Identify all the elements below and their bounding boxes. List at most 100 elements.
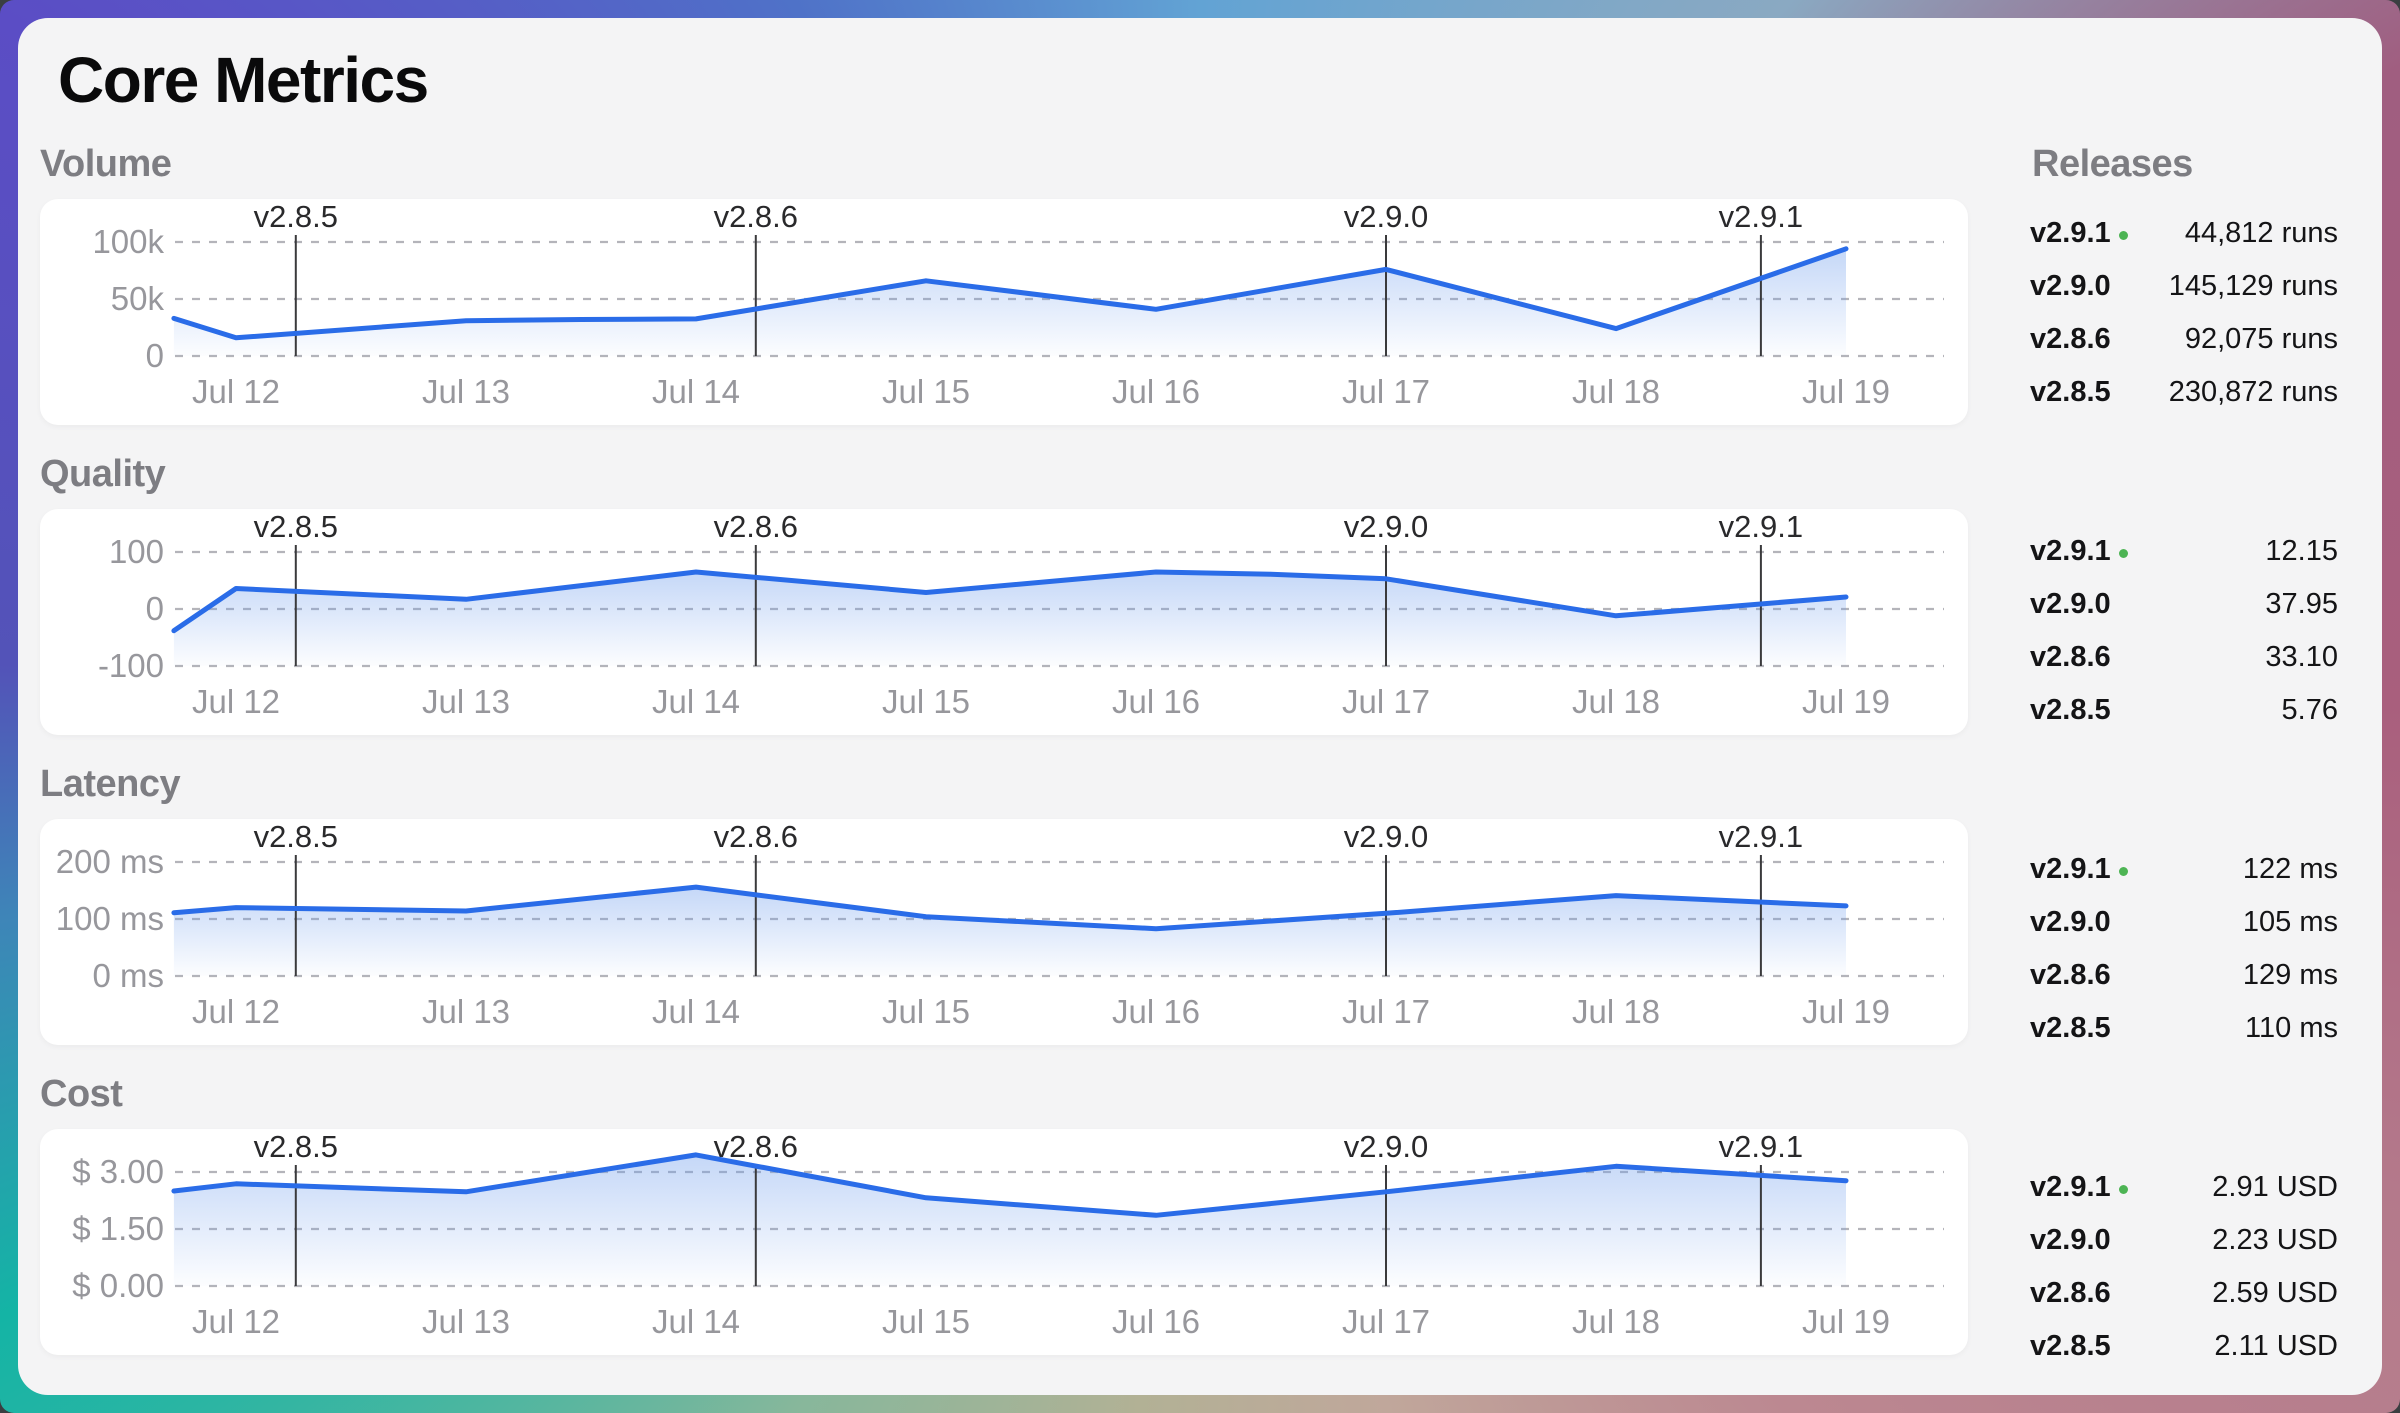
release-row: v2.8.5 5.76 — [2030, 684, 2338, 737]
x-axis-label: Jul 13 — [422, 1303, 510, 1340]
release-row: v2.9.0 37.95 — [2030, 578, 2338, 631]
release-row: v2.8.62.59 USD — [2030, 1267, 2338, 1320]
x-axis-label: Jul 16 — [1112, 683, 1200, 720]
release-version: v2.9.0 — [2030, 1224, 2111, 1257]
x-axis-label: Jul 13 — [422, 373, 510, 410]
x-axis-label: Jul 15 — [882, 373, 970, 410]
cost-line-chart: $ 0.00$ 1.50$ 3.00Jul 12Jul 13Jul 14Jul … — [40, 1129, 1968, 1355]
current-release-dot — [2119, 1185, 2128, 1194]
chart-card-volume: 050k100kJul 12Jul 13Jul 14Jul 15Jul 16Ju… — [40, 199, 1968, 425]
x-axis-labels: Jul 12Jul 13Jul 14Jul 15Jul 16Jul 17Jul … — [192, 993, 1890, 1030]
release-row: v2.9.1 44,812 runs — [2030, 207, 2338, 260]
x-axis-label: Jul 19 — [1802, 683, 1890, 720]
y-axis-label: $ 0.00 — [72, 1267, 164, 1304]
x-axis-label: Jul 15 — [882, 683, 970, 720]
release-value: 44,812 runs — [2185, 217, 2338, 250]
release-row: v2.8.6 92,075 runs — [2030, 313, 2338, 366]
x-axis-label: Jul 15 — [882, 1303, 970, 1340]
metric-section-quality: Quality-1000100Jul 12Jul 13Jul 14Jul 15J… — [40, 453, 1968, 735]
y-axis-label: 100 — [109, 533, 164, 570]
release-value: 5.76 — [2282, 694, 2338, 727]
release-marker-label: v2.9.1 — [1719, 819, 1803, 854]
x-axis-label: Jul 12 — [192, 993, 280, 1030]
section-label-cost: Cost — [40, 1073, 1968, 1115]
y-axis-label: 100k — [92, 223, 164, 260]
release-value: 2.59 USD — [2212, 1277, 2338, 1310]
release-marker-label: v2.9.0 — [1344, 1129, 1428, 1164]
release-version: v2.8.5 — [2030, 1330, 2111, 1363]
release-version: v2.9.1 — [2030, 217, 2128, 250]
release-version: v2.8.6 — [2030, 959, 2111, 992]
release-value: 33.10 — [2265, 641, 2338, 674]
y-axis-label: -100 — [98, 647, 164, 684]
dashboard-content: Volume050k100kJul 12Jul 13Jul 14Jul 15Ju… — [18, 143, 2382, 1395]
x-axis-label: Jul 12 — [192, 1303, 280, 1340]
release-marker-label: v2.8.6 — [714, 199, 798, 234]
release-version: v2.8.5 — [2030, 1012, 2111, 1045]
chart-card-quality: -1000100Jul 12Jul 13Jul 14Jul 15Jul 16Ju… — [40, 509, 1968, 735]
series-area — [174, 1155, 1846, 1286]
release-marker-label: v2.9.1 — [1719, 509, 1803, 544]
current-release-dot — [2119, 231, 2128, 240]
page-title: Core Metrics — [58, 46, 2382, 115]
release-version: v2.8.5 — [2030, 376, 2111, 409]
release-row: v2.8.633.10 — [2030, 631, 2338, 684]
release-marker-label: v2.9.1 — [1719, 199, 1803, 234]
x-axis-label: Jul 12 — [192, 683, 280, 720]
release-version: v2.9.0 — [2030, 588, 2111, 621]
x-axis-label: Jul 17 — [1342, 373, 1430, 410]
release-marker-label: v2.9.0 — [1344, 199, 1428, 234]
release-marker-label: v2.8.6 — [714, 819, 798, 854]
x-axis-label: Jul 16 — [1112, 1303, 1200, 1340]
release-value: 2.91 USD — [2212, 1171, 2338, 1204]
x-axis-label: Jul 15 — [882, 993, 970, 1030]
release-value: 2.23 USD — [2212, 1224, 2338, 1257]
release-value: 37.95 — [2265, 588, 2338, 621]
gradient-frame: Core Metrics Volume050k100kJul 12Jul 13J… — [0, 0, 2400, 1413]
latency-line-chart: 0 ms100 ms200 msJul 12Jul 13Jul 14Jul 15… — [40, 819, 1968, 1045]
x-axis-label: Jul 19 — [1802, 993, 1890, 1030]
x-axis-label: Jul 17 — [1342, 1303, 1430, 1340]
release-version: v2.8.5 — [2030, 694, 2111, 727]
releases-heading: Releases — [2018, 143, 2348, 185]
release-marker-label: v2.8.6 — [714, 509, 798, 544]
section-label-quality: Quality — [40, 453, 1968, 495]
x-axis-label: Jul 14 — [652, 683, 740, 720]
x-axis-label: Jul 18 — [1572, 1303, 1660, 1340]
release-row: v2.8.5 2.11 USD — [2030, 1320, 2338, 1373]
metric-section-latency: Latency0 ms100 ms200 msJul 12Jul 13Jul 1… — [40, 763, 1968, 1045]
x-axis-label: Jul 17 — [1342, 683, 1430, 720]
release-version: v2.9.1 — [2030, 853, 2128, 886]
charts-column: Volume050k100kJul 12Jul 13Jul 14Jul 15Ju… — [40, 143, 1968, 1395]
quality-line-chart: -1000100Jul 12Jul 13Jul 14Jul 15Jul 16Ju… — [40, 509, 1968, 735]
release-group-latency: v2.9.1122 msv2.9.0105 msv2.8.6129 msv2.8… — [2018, 835, 2348, 1069]
x-axis-label: Jul 18 — [1572, 373, 1660, 410]
y-axis-label: $ 1.50 — [72, 1210, 164, 1247]
release-value: 92,075 runs — [2185, 323, 2338, 356]
release-value: 122 ms — [2243, 853, 2338, 886]
release-marker-label: v2.8.5 — [254, 1129, 338, 1164]
release-row: v2.8.6129 ms — [2030, 949, 2338, 1002]
y-axis-label: 200 ms — [56, 843, 164, 880]
x-axis-label: Jul 19 — [1802, 1303, 1890, 1340]
release-version: v2.9.1 — [2030, 535, 2128, 568]
release-value: 2.11 USD — [2214, 1330, 2338, 1363]
x-axis-labels: Jul 12Jul 13Jul 14Jul 15Jul 16Jul 17Jul … — [192, 683, 1890, 720]
release-value: 12.15 — [2265, 535, 2338, 568]
x-axis-label: Jul 14 — [652, 1303, 740, 1340]
series-area — [174, 887, 1846, 976]
chart-card-cost: $ 0.00$ 1.50$ 3.00Jul 12Jul 13Jul 14Jul … — [40, 1129, 1968, 1355]
release-group-quality: v2.9.1 12.15 v2.9.0 37.95 v2.8.633.10 v2.8.5 5… — [2018, 517, 2348, 751]
release-version: v2.9.0 — [2030, 270, 2111, 303]
y-axis-label: 100 ms — [56, 900, 164, 937]
release-groups: v2.9.144,812 runsv2.9.0145,129 runsv2.8.… — [2018, 199, 2348, 1387]
release-version: v2.8.6 — [2030, 323, 2111, 356]
y-axis-label: 0 ms — [92, 957, 164, 994]
release-marker-label: v2.9.1 — [1719, 1129, 1803, 1164]
x-axis-label: Jul 16 — [1112, 993, 1200, 1030]
series-area — [174, 249, 1846, 356]
release-row: v2.9.12.91 USD — [2030, 1161, 2338, 1214]
x-axis-label: Jul 18 — [1572, 993, 1660, 1030]
x-axis-label: Jul 12 — [192, 373, 280, 410]
x-axis-labels: Jul 12Jul 13Jul 14Jul 15Jul 16Jul 17Jul … — [192, 373, 1890, 410]
